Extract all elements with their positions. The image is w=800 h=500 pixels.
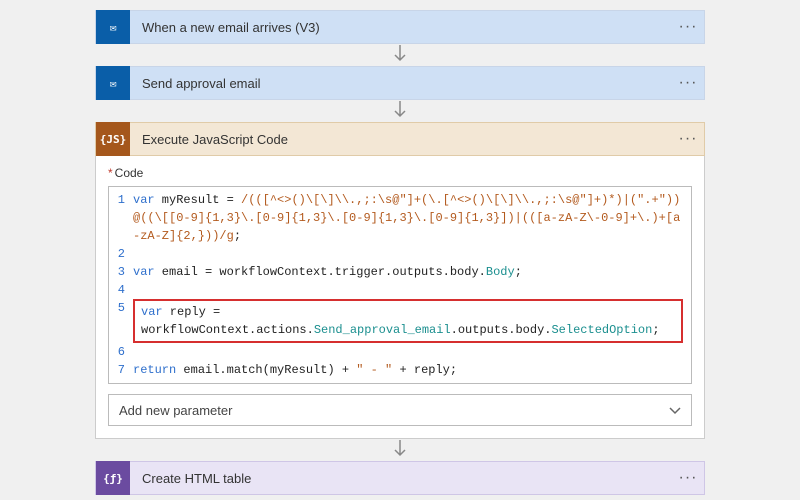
outlook-icon: ✉ [96,10,130,44]
code-line: 7return email.match(myResult) + " - " + … [109,361,691,379]
code-line: 6 [109,343,691,361]
chevron-down-icon [669,403,681,418]
line-number: 7 [109,361,133,379]
step-menu-button[interactable]: ··· [672,130,704,148]
add-parameter-label: Add new parameter [119,403,232,418]
code-content: var myResult = /(([^<>()\[\]\\.,;:\s@"]+… [133,191,691,245]
code-line: 5var reply =workflowContext.actions.Send… [109,299,691,343]
outlook-icon: ✉ [96,66,130,100]
line-number: 6 [109,343,133,361]
add-parameter-dropdown[interactable]: Add new parameter [108,394,692,426]
line-number: 2 [109,245,133,263]
code-line: 2 [109,245,691,263]
step-send-approval[interactable]: ✉ Send approval email ··· [95,66,705,100]
step-trigger-email[interactable]: ✉ When a new email arrives (V3) ··· [95,10,705,44]
step-title: Send approval email [130,76,672,91]
step-title: When a new email arrives (V3) [130,20,672,35]
code-line: 4 [109,281,691,299]
flow-arrow [95,439,705,461]
code-label: *Code [108,166,692,180]
code-content: return email.match(myResult) + " - " + r… [133,361,691,379]
code-content [133,245,691,263]
flow-canvas: ✉ When a new email arrives (V3) ··· ✉ Se… [0,0,800,495]
code-editor[interactable]: 1var myResult = /(([^<>()\[\]\\.,;:\s@"]… [108,186,692,384]
step-create-html-table[interactable]: {ƒ} Create HTML table ··· [95,461,705,495]
code-content: var email = workflowContext.trigger.outp… [133,263,691,281]
step-menu-button[interactable]: ··· [672,74,704,92]
code-content: var reply =workflowContext.actions.Send_… [133,299,683,343]
data-op-icon: {ƒ} [96,461,130,495]
line-number: 5 [109,299,133,317]
flow-arrow [95,44,705,66]
flow-arrow [95,100,705,122]
line-number: 1 [109,191,133,209]
code-line: 1var myResult = /(([^<>()\[\]\\.,;:\s@"]… [109,191,691,245]
step-menu-button[interactable]: ··· [672,18,704,36]
code-content [133,343,691,361]
step-title: Create HTML table [130,471,672,486]
js-panel: *Code 1var myResult = /(([^<>()\[\]\\.,;… [95,156,705,439]
js-icon: {JS} [96,122,130,156]
step-title: Execute JavaScript Code [130,132,672,147]
line-number: 3 [109,263,133,281]
code-line: 3var email = workflowContext.trigger.out… [109,263,691,281]
line-number: 4 [109,281,133,299]
code-content [133,281,691,299]
step-execute-js[interactable]: {JS} Execute JavaScript Code ··· [95,122,705,156]
step-menu-button[interactable]: ··· [672,469,704,487]
